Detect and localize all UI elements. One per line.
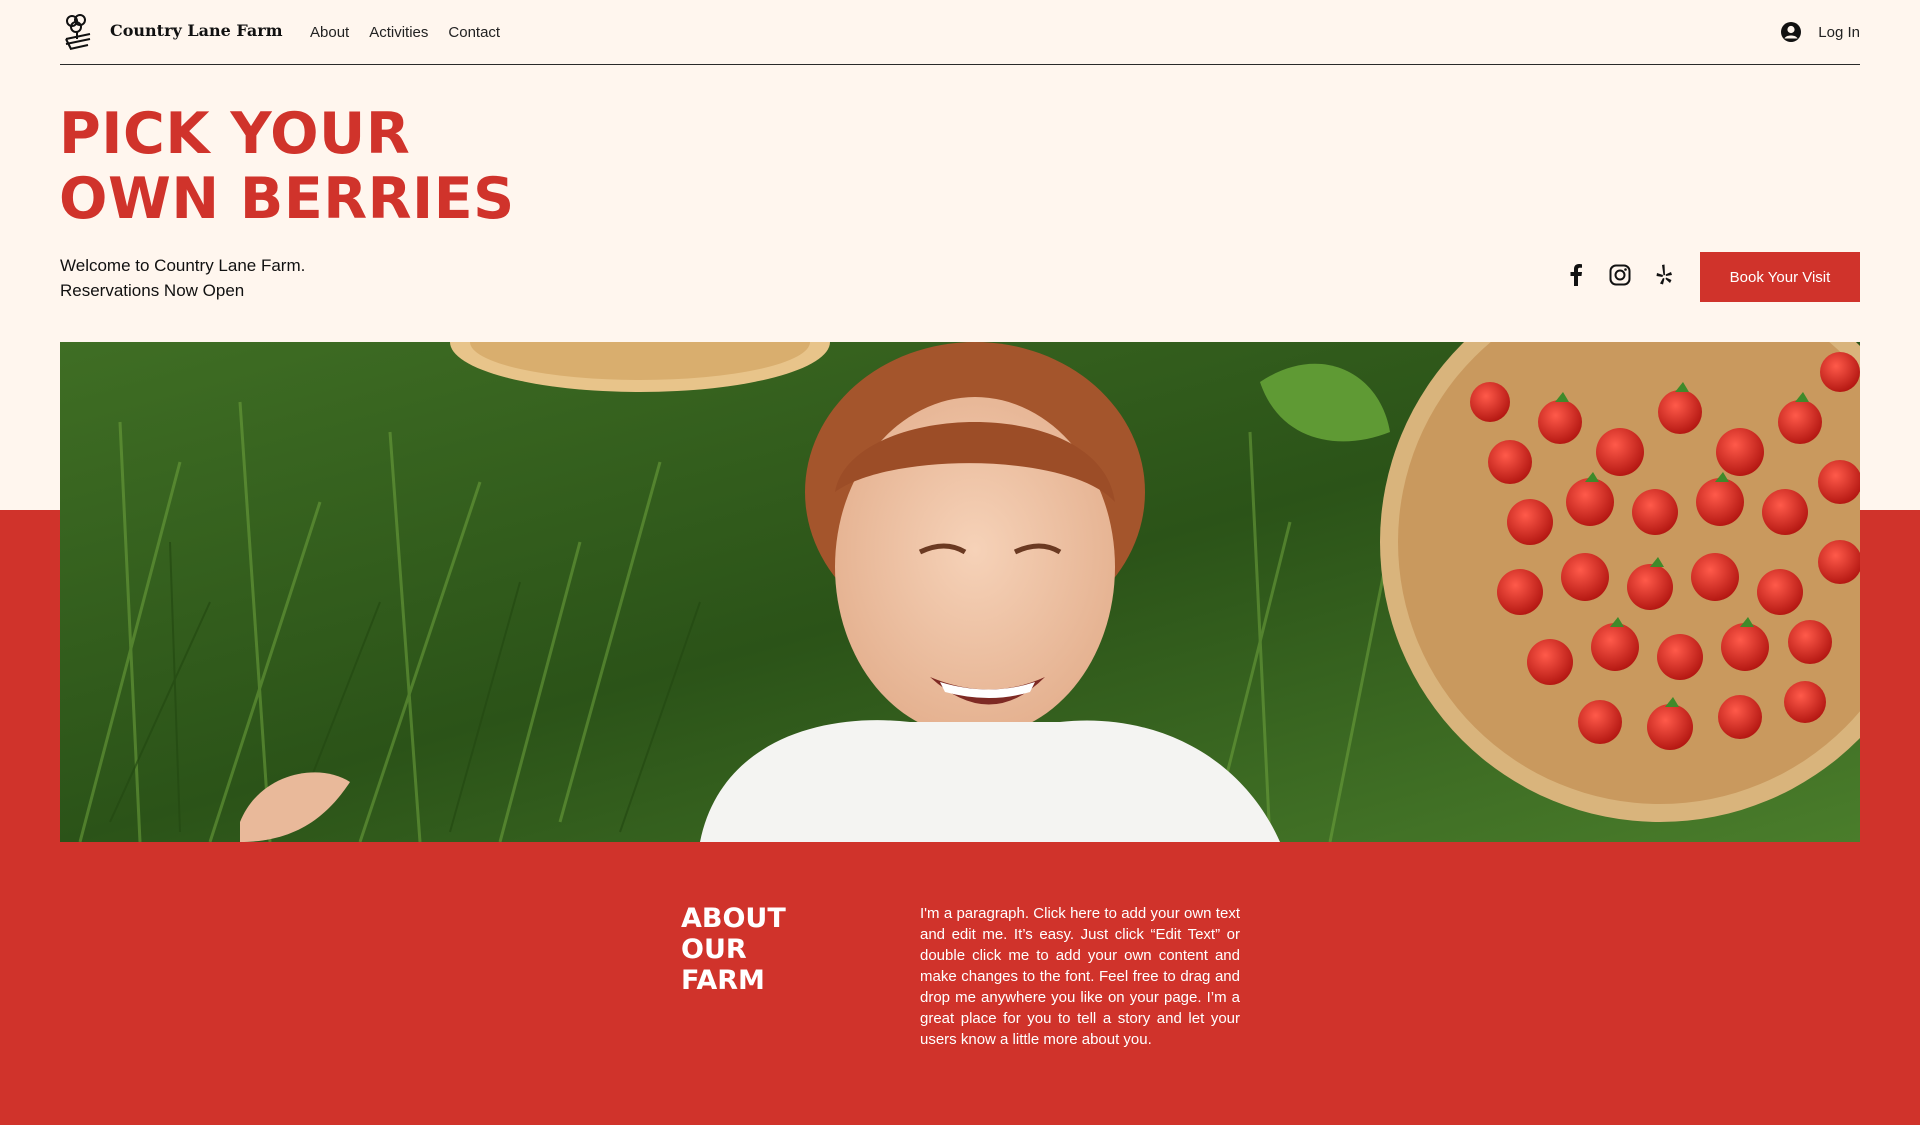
farm-logo-icon[interactable] [62,12,94,50]
hero-title: PICK YOUR OWN BERRIES [59,101,515,232]
login-button[interactable]: Log In [1780,21,1860,43]
facebook-icon[interactable] [1563,262,1589,288]
site-header: Country Lane Farm About Activities Conta… [60,0,1860,65]
main-nav: About Activities Contact [310,24,500,41]
nav-link-about[interactable]: About [310,24,349,41]
nav-link-contact[interactable]: Contact [448,24,500,41]
yelp-icon[interactable] [1651,262,1677,288]
nav-link-activities[interactable]: Activities [369,24,428,41]
brand-name[interactable]: Country Lane Farm [110,21,283,40]
about-paragraph: I'm a paragraph. Click here to add your … [920,905,1240,1048]
hero-photo-illustration [60,342,1860,842]
login-label: Log In [1818,23,1860,41]
book-visit-button[interactable]: Book Your Visit [1700,252,1860,302]
social-links [1563,262,1677,288]
hero-tagline: Welcome to Country Lane Farm. Reservatio… [60,256,306,300]
user-avatar-icon [1781,22,1802,42]
hero-photo [60,342,1860,842]
instagram-icon[interactable] [1607,262,1633,288]
about-heading: ABOUT OUR FARM [681,903,786,996]
